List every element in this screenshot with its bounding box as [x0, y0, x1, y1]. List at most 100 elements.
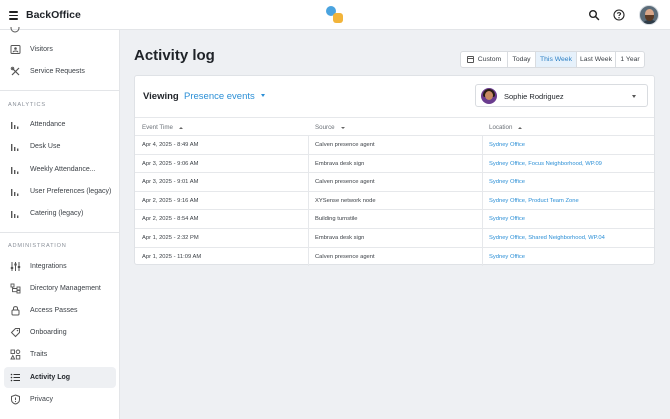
table-row[interactable]: Apr 2, 2025 - 9:16 AM XYSense network no… — [135, 192, 654, 211]
chevron-down-icon — [632, 95, 636, 98]
column-header-source[interactable]: Source — [315, 124, 345, 131]
event-type-dropdown[interactable]: Presence events — [184, 91, 255, 102]
directory-icon — [9, 283, 21, 295]
id-card-icon — [9, 44, 21, 56]
location-link[interactable]: Sydney Office, Focus Neighborhood, WP.09 — [489, 161, 602, 167]
event-time-cell: Apr 3, 2025 - 9:06 AM — [142, 160, 199, 167]
shield-icon — [9, 394, 21, 406]
sidebar-item-integrations[interactable]: Integrations — [4, 256, 116, 277]
range-label: Today — [512, 56, 531, 63]
sidebar-item-access-passes[interactable]: Access Passes — [4, 300, 116, 321]
section-heading-analytics: ANALYTICS — [8, 102, 46, 108]
sidebar-item-label: Privacy — [30, 396, 53, 403]
calendar-icon — [466, 56, 474, 63]
bar-chart-icon — [9, 119, 21, 131]
source-cell: Embrava desk sign — [315, 160, 365, 167]
range-label: This Week — [540, 56, 572, 63]
location-link[interactable]: Sydney Office — [489, 216, 525, 222]
bar-chart-icon — [9, 164, 21, 176]
shapes-icon — [9, 349, 21, 361]
tools-icon — [9, 66, 21, 78]
lock-icon — [9, 305, 21, 317]
divider — [0, 90, 119, 91]
location-link[interactable]: Sydney Office, Product Team Zone — [489, 198, 579, 204]
user-avatar[interactable] — [639, 5, 659, 25]
sidebar-item-label: Activity Log — [30, 374, 71, 381]
event-time-cell: Apr 3, 2025 - 9:01 AM — [142, 179, 199, 186]
sidebar-item-label: Access Passes — [30, 307, 78, 314]
tag-icon — [9, 327, 21, 339]
table-row[interactable]: Apr 3, 2025 - 9:06 AM Embrava desk sign … — [135, 155, 654, 174]
person-selector[interactable]: Sophie Rodriguez — [475, 84, 648, 107]
range-this-week-button[interactable]: This Week — [536, 52, 577, 67]
sort-desc-icon — [340, 126, 345, 129]
source-cell: XYSense network node — [315, 197, 376, 204]
range-1-year-button[interactable]: 1 Year — [616, 52, 644, 67]
range-label: 1 Year — [620, 56, 640, 63]
sidebar-item-label: Onboarding — [30, 329, 67, 336]
column-label: Location — [489, 124, 513, 131]
sidebar-item-user-preferences[interactable]: User Preferences (legacy) — [4, 181, 116, 202]
source-cell: Building turnstile — [315, 216, 358, 223]
location-link[interactable]: Sydney Office — [489, 254, 525, 260]
event-time-cell: Apr 4, 2025 - 8:49 AM — [142, 142, 199, 148]
sidebar-item-visitors[interactable]: Visitors — [4, 39, 116, 60]
sidebar-item-label: Service Requests — [30, 68, 85, 75]
page-title: Activity log — [134, 47, 215, 64]
location-link[interactable]: Sydney Office — [489, 179, 525, 185]
sidebar-item-attendance[interactable]: Attendance — [4, 114, 116, 135]
sidebar-item-label: User Preferences (legacy) — [30, 188, 112, 195]
sidebar-item-activity-log[interactable]: Activity Log — [4, 367, 116, 388]
sidebar-item-label: Catering (legacy) — [30, 210, 84, 217]
viewing-label: Viewing — [143, 91, 179, 102]
range-today-button[interactable]: Today — [508, 52, 536, 67]
table-row[interactable]: Apr 1, 2025 - 2:32 PM Embrava desk sign … — [135, 229, 654, 248]
person-name: Sophie Rodriguez — [504, 92, 564, 101]
table-row[interactable]: Apr 4, 2025 - 8:49 AM Calven presence ag… — [135, 136, 654, 155]
logo-icon — [326, 6, 344, 24]
sidebar-item-service-requests[interactable]: Service Requests — [4, 61, 116, 82]
sidebar-item-catering[interactable]: Catering (legacy) — [4, 203, 116, 224]
source-cell: Calven presence agent — [315, 179, 375, 186]
sidebar-item-desk-use[interactable]: Desk Use — [4, 136, 116, 157]
sidebar-item-privacy[interactable]: Privacy — [4, 389, 116, 410]
sidebar-item-label: Directory Management — [30, 285, 101, 292]
sidebar-item-traits[interactable]: Traits — [4, 344, 116, 365]
menu-icon[interactable] — [9, 11, 18, 20]
sidebar-item-label: Desk Use — [30, 143, 61, 150]
location-link[interactable]: Sydney Office, Shared Neighborhood, WP.0… — [489, 235, 605, 241]
integrations-icon — [9, 261, 21, 273]
help-icon[interactable] — [613, 9, 625, 21]
bar-chart-icon — [9, 186, 21, 198]
divider — [0, 232, 119, 233]
range-custom-button[interactable]: Custom — [461, 52, 508, 67]
sort-asc-icon — [518, 126, 523, 129]
sidebar: Visitors Service Requests ANALYTICS Atte… — [0, 27, 120, 419]
table-row[interactable]: Apr 2, 2025 - 8:54 AM Building turnstile… — [135, 210, 654, 229]
column-label: Event Time — [142, 124, 173, 131]
column-header-location[interactable]: Location — [489, 124, 523, 131]
range-label: Custom — [477, 56, 502, 63]
sidebar-item-onboarding[interactable]: Onboarding — [4, 322, 116, 343]
sidebar-item-directory-management[interactable]: Directory Management — [4, 278, 116, 299]
date-range-selector: Custom Today This Week Last Week 1 Year — [460, 51, 645, 68]
source-cell: Calven presence agent — [315, 253, 375, 260]
event-time-cell: Apr 2, 2025 - 9:16 AM — [142, 197, 199, 204]
sidebar-item-weekly-attendance[interactable]: Weekly Attendance... — [4, 159, 116, 180]
sidebar-item-label: Visitors — [30, 46, 53, 53]
activity-card: Viewing Presence events Sophie Rodriguez… — [134, 75, 655, 267]
location-link[interactable]: Sydney Office — [489, 142, 525, 148]
chevron-down-icon[interactable] — [261, 94, 265, 97]
top-bar: BackOffice — [0, 0, 670, 30]
section-heading-administration: ADMINISTRATION — [8, 243, 67, 249]
search-icon[interactable] — [588, 9, 600, 21]
column-header-event-time[interactable]: Event Time — [142, 124, 183, 131]
table-row[interactable]: Apr 1, 2025 - 11:09 AM Calven presence a… — [135, 248, 654, 267]
column-label: Source — [315, 124, 335, 131]
source-cell: Embrava desk sign — [315, 235, 365, 241]
table-row[interactable]: Apr 3, 2025 - 9:01 AM Calven presence ag… — [135, 173, 654, 192]
event-time-cell: Apr 2, 2025 - 8:54 AM — [142, 216, 199, 223]
app-title: BackOffice — [26, 9, 81, 21]
range-last-week-button[interactable]: Last Week — [577, 52, 616, 67]
sidebar-item-label: Traits — [30, 351, 48, 358]
